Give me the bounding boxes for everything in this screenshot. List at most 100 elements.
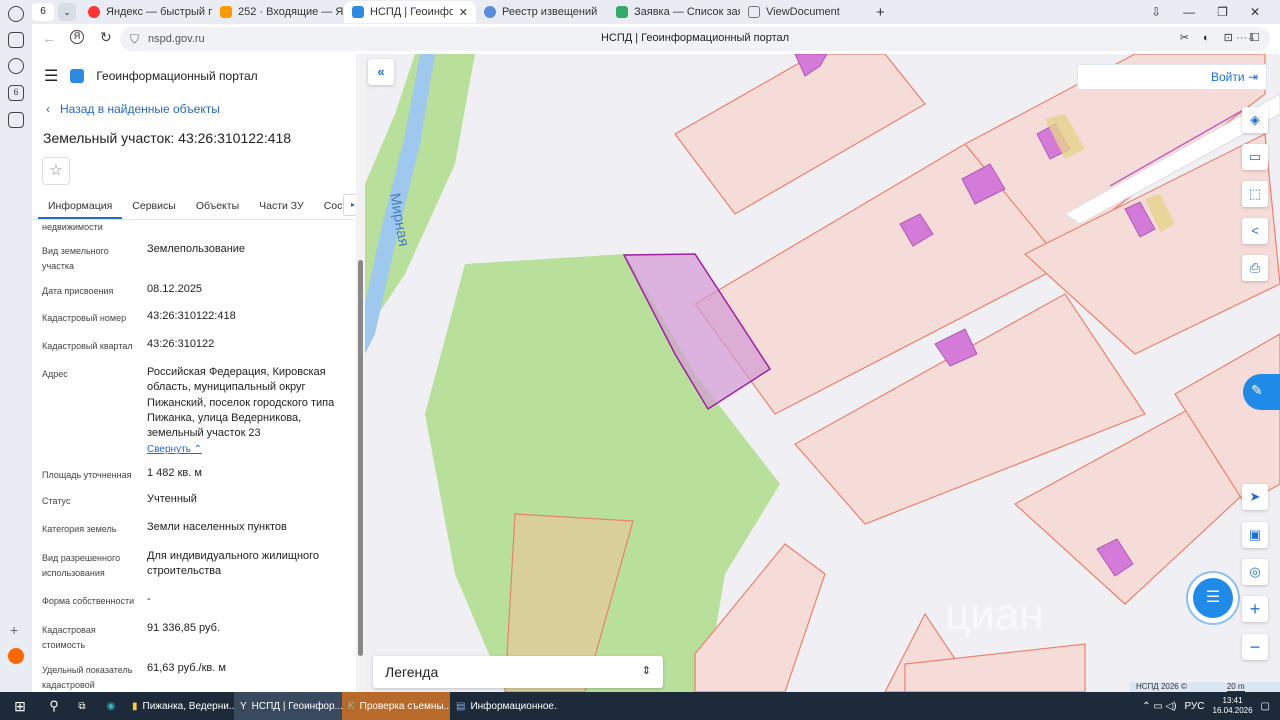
add-icon[interactable]: + [10,622,18,638]
tab-services[interactable]: Сервисы [122,194,186,219]
tab-yandex[interactable]: Яндекс — быстрый поиск [80,1,212,23]
panel-tabs: Информация Сервисы Объекты Части ЗУ Сост… [32,194,365,220]
tabs-dropdown-icon[interactable]: ⌄ [58,3,76,21]
object-title: Земельный участок: 43:26:310122:418 [43,130,292,146]
taskbar-item-explorer[interactable]: ▮ Пижанка, Ведерни... [126,692,234,720]
maximize-button[interactable]: ❐ [1217,5,1228,19]
field-value: Земли населенных пунктов [147,521,287,533]
favorite-star-icon[interactable]: ☆ [42,157,70,185]
map-footer: НСПД 2026 © 20 m [1130,682,1280,692]
zoom-out-button[interactable]: − [1242,634,1268,660]
area-select-icon[interactable]: ⬚ [1242,181,1268,207]
navigate-icon[interactable]: ➤ [1242,484,1268,510]
legend-dropdown[interactable]: Легенда ⇕ [373,656,663,688]
menu-icon[interactable]: ☰ [44,66,58,86]
tab-strip: 6 ⌄ Яндекс — быстрый поиск 252 · Входящи… [32,0,1280,24]
m-icon [616,6,628,18]
reload-icon[interactable]: ↻ [100,29,112,46]
chat-icon[interactable]: ☰ [1193,578,1233,618]
field-value: 43:26:310122 [147,338,215,350]
mail-icon[interactable] [8,112,24,128]
app-6-icon[interactable]: 6 [8,85,24,101]
login-button[interactable]: Войти ⇥ [1077,64,1267,90]
minimap-icon[interactable]: ▣ [1242,522,1268,548]
map-canvas[interactable]: Мирная циан « Войти ⇥ ◈ ▭ ⬚ < ⎙ ✎ ➤ ▣ ◎ … [365,54,1280,692]
notifications-icon[interactable]: ▢ [1261,701,1270,712]
back-to-results-link[interactable]: ‹ Назад в найденные объекты [46,102,220,116]
document-icon: ▤ [456,700,466,712]
taskbar-item-word[interactable]: ▤ Информационное... [450,692,558,720]
minimize-button[interactable]: — [1183,5,1195,19]
tab-label: Заявка — Список заявок [634,6,740,18]
field-label: Кадастровая стоимость [42,625,96,650]
back-icon[interactable]: ← [42,30,56,46]
tab-label: НСПД | Геоинформационный [370,6,453,18]
taskbar-label: Информационное... [470,700,558,712]
omnibox[interactable]: ⛉ nspd.gov.ru НСПД | Геоинформационный п… [120,27,1270,51]
close-window-button[interactable]: ✕ [1250,5,1260,19]
taskbar-item-check[interactable]: K Проверка съемны... [342,692,450,720]
search-icon[interactable]: ⚲ [40,698,68,714]
field-label: Вид земельного участка [42,246,109,271]
extensions-icons[interactable]: ✂◐⊡⇩ [1180,31,1270,44]
yandex-icon [88,6,100,18]
registry-icon [484,6,496,18]
mail-icon [220,6,232,18]
browser-sidebar: 6 + [0,0,32,692]
field-label: Дата присвоения [42,286,114,296]
tab-count[interactable]: 6 [32,3,54,21]
field-label: Кадастровый квартал [42,341,133,351]
field-label: Кадастровый номер [42,313,127,323]
tab-information[interactable]: Информация [38,194,123,219]
tab-label: Яндекс — быстрый поиск [106,6,212,18]
chevron-left-icon: ‹ [46,102,50,116]
field-value: Российская Федерация, Кировская область,… [147,366,335,440]
play-icon[interactable] [8,58,24,74]
tab-mail[interactable]: 252 · Входящие — Яндекс [212,1,344,23]
collapse-panel-button[interactable]: « [368,59,394,85]
login-label: Войти [1211,70,1245,84]
field-value: Землепользование [147,243,246,255]
tab-nspd[interactable]: НСПД | Геоинформационный ✕ [344,1,476,23]
history-icon[interactable] [8,6,24,22]
tab-parts[interactable]: Части ЗУ [249,194,314,219]
downloads-icon[interactable]: ⇩ [1151,5,1161,19]
taskbar-item-browser[interactable]: Y НСПД | Геоинфор... [234,692,342,720]
collapse-link[interactable]: Свернуть ⌃ [147,444,202,455]
field-value: 91 336,85 руб. [147,622,220,634]
new-tab-button[interactable]: + [876,4,885,21]
share-icon[interactable]: < [1242,218,1268,244]
close-tab-icon[interactable]: ✕ [459,6,468,19]
tray-icons[interactable]: ⌃ ▭ ◁) [1142,701,1176,712]
tab-viewdocument[interactable]: ViewDocument [740,1,872,23]
ruler-icon[interactable]: ▭ [1242,144,1268,170]
print-icon[interactable]: ⎙ [1242,255,1268,281]
tab-zayavka[interactable]: Заявка — Список заявок [608,1,740,23]
layers-icon[interactable]: ◈ [1242,107,1268,133]
edge-icon[interactable]: ◉ [96,701,126,712]
location-search-icon[interactable]: ◎ [1242,559,1268,585]
field-value: Учтенный [147,493,197,505]
chevron-updown-icon: ⇕ [641,665,651,677]
back-label: Назад в найденные объекты [60,102,220,116]
app-name: Геоинформационный портал [96,69,258,83]
windows-taskbar: ⊞ ⚲ ⧉ ◉ ▮ Пижанка, Ведерни... Y НСПД | Гео… [0,692,1280,720]
yandex-logo-icon[interactable]: Я [70,30,84,44]
tab-objects[interactable]: Объекты [186,194,249,219]
clock[interactable]: 13:41 16.04.2026 [1213,696,1253,716]
windows-start-icon[interactable]: ⊞ [0,698,40,715]
watermark: циан [945,590,1044,639]
date: 16.04.2026 [1212,706,1253,715]
url-text: nspd.gov.ru [148,33,205,45]
profile-icon[interactable] [8,648,24,664]
collections-icon[interactable] [8,32,24,48]
k-icon: K [348,700,355,712]
tab-label: ViewDocument [766,6,840,18]
zoom-in-button[interactable]: + [1242,596,1268,622]
tab-registry[interactable]: Реестр извещений [476,1,608,23]
taskbar-label: Проверка съемны... [359,700,450,712]
scrollbar-thumb[interactable] [358,260,363,656]
feedback-tab-icon[interactable]: ✎ [1243,374,1280,410]
task-view-icon[interactable]: ⧉ [68,701,96,712]
language-indicator[interactable]: РУС [1184,701,1204,712]
